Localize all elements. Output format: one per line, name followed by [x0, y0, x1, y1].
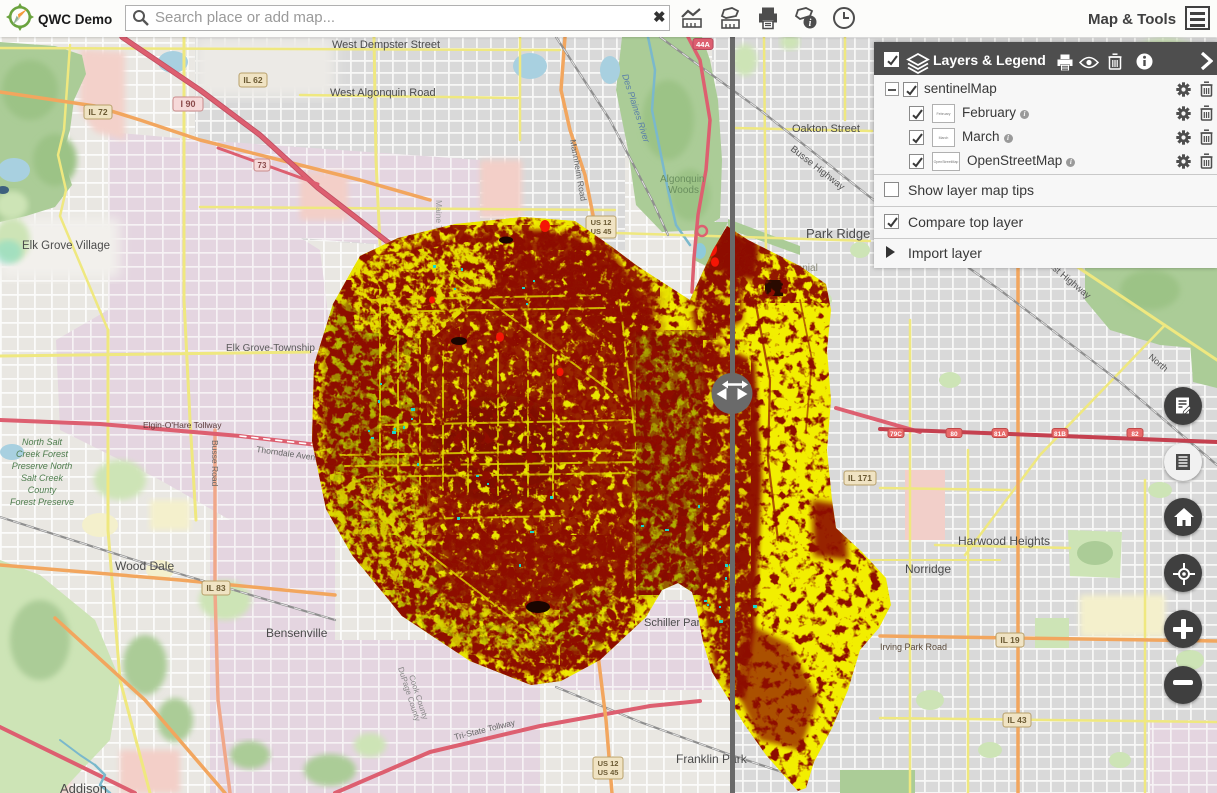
svg-text:Elk Grove-Township: Elk Grove-Township	[226, 343, 315, 354]
svg-text:Elgin-O'Hare Tollway: Elgin-O'Hare Tollway	[143, 420, 222, 430]
svg-text:US 12: US 12	[598, 759, 619, 768]
svg-text:IL 83: IL 83	[206, 583, 225, 593]
svg-text:81A: 81A	[994, 431, 1006, 438]
svg-text:79C: 79C	[890, 431, 902, 438]
svg-text:IL 19: IL 19	[1000, 635, 1019, 645]
svg-text:Woods: Woods	[668, 185, 699, 196]
svg-text:Park Ridge: Park Ridge	[806, 226, 870, 241]
svg-text:Oakton Street: Oakton Street	[792, 123, 860, 135]
svg-text:IL 171: IL 171	[848, 473, 872, 483]
svg-text:West Algonquin Road: West Algonquin Road	[330, 87, 436, 99]
svg-text:US 12: US 12	[591, 218, 612, 227]
svg-text:US 45: US 45	[598, 768, 619, 777]
svg-text:West Dempster Street: West Dempster Street	[332, 39, 440, 51]
svg-text:Schiller Park: Schiller Park	[644, 617, 706, 629]
svg-text:Harwood Heights: Harwood Heights	[958, 534, 1050, 548]
svg-text:Salt Creek: Salt Creek	[21, 473, 64, 483]
svg-text:i: i	[809, 18, 812, 29]
svg-text:IL 43: IL 43	[1007, 715, 1026, 725]
svg-text:IL 72: IL 72	[88, 107, 107, 117]
svg-text:I 90: I 90	[180, 99, 195, 109]
svg-text:Forest Preserve: Forest Preserve	[10, 497, 74, 507]
svg-text:Wood Dale: Wood Dale	[115, 559, 174, 573]
svg-text:Norridge: Norridge	[905, 562, 951, 576]
svg-text:Algonquin: Algonquin	[660, 174, 704, 185]
svg-text:Elk Grove Village: Elk Grove Village	[22, 240, 110, 252]
svg-text:Busse Road: Busse Road	[210, 440, 220, 487]
svg-text:IL 62: IL 62	[243, 75, 262, 85]
svg-text:Franklin Park: Franklin Park	[676, 752, 748, 766]
svg-text:73: 73	[258, 161, 267, 170]
svg-text:County: County	[28, 485, 57, 495]
svg-text:Preserve North: Preserve North	[12, 461, 73, 471]
svg-text:Irving Park Road: Irving Park Road	[880, 642, 947, 652]
svg-text:44A: 44A	[696, 40, 710, 49]
svg-text:82: 82	[1131, 431, 1139, 438]
svg-text:80: 80	[950, 431, 958, 438]
svg-text:81B: 81B	[1054, 431, 1066, 438]
svg-text:Bensenville: Bensenville	[266, 626, 328, 640]
svg-text:North Salt: North Salt	[22, 437, 63, 447]
svg-text:Creek Forest: Creek Forest	[16, 449, 69, 459]
svg-text:Addison: Addison	[60, 781, 107, 793]
